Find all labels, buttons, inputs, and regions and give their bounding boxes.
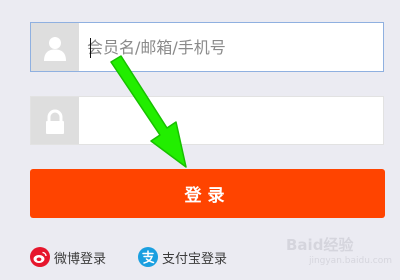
weibo-login-link[interactable]: 微博登录	[30, 246, 106, 268]
weibo-icon	[30, 247, 50, 267]
user-icon	[31, 23, 79, 71]
password-input[interactable]	[87, 97, 377, 144]
lock-icon	[31, 97, 79, 144]
baidu-jingyan-watermark: Baid经验 jingyan.baidu.com	[286, 232, 396, 272]
watermark-subtext: jingyan.baidu.com	[308, 256, 392, 266]
alipay-login-label: 支付宝登录	[162, 251, 228, 267]
alipay-icon	[138, 247, 158, 267]
password-field[interactable]	[30, 96, 384, 145]
weibo-login-label: 微博登录	[54, 251, 107, 267]
login-button[interactable]: 登录	[30, 169, 385, 218]
username-field[interactable]	[30, 22, 384, 72]
username-input[interactable]	[87, 23, 377, 71]
alipay-login-link[interactable]: 支付宝登录	[138, 246, 227, 268]
text-caret	[90, 38, 91, 58]
watermark-text: Baid经验	[286, 236, 354, 254]
